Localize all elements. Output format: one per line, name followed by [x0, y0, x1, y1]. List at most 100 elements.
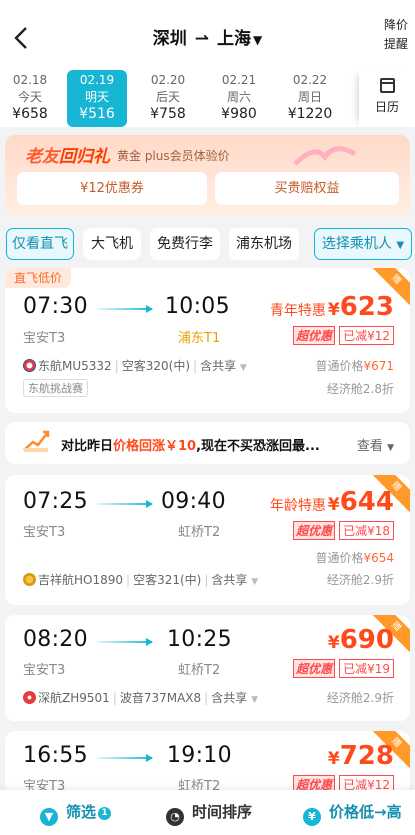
cabin-discount: 经济舱2.9折: [326, 573, 394, 587]
discount-badges: 超优惠 已减¥18: [293, 521, 394, 540]
flight-card[interactable]: 赠 07:25 09:40 宝安T3 虹桥T2 年龄特惠 ¥644 超优惠 已减¥1…: [5, 475, 410, 605]
price-guarantee-button[interactable]: 买贵赔权益: [215, 172, 399, 205]
arrival-time: 10:25: [167, 627, 232, 652]
arrival-time: 19:10: [167, 743, 232, 768]
flight-number: 东航MU5332: [38, 359, 112, 373]
flight-arrow-icon: [97, 638, 153, 646]
day-label: 后天: [155, 90, 180, 104]
airline-info: 深航ZH9501 | 波音737MAX8 | 含共享 ▼: [23, 689, 258, 706]
flight-card[interactable]: 赠 08:20 10:25 宝安T3 虹桥T2 ¥690 超优惠 已减¥19 深航…: [5, 615, 410, 721]
date-label: 02.22: [292, 73, 328, 87]
chevron-down-icon: ▼: [396, 240, 405, 251]
chevron-down-icon[interactable]: ▼: [251, 577, 258, 587]
filter-button[interactable]: ▼ 筛选 1: [40, 790, 112, 835]
arrival-time: 10:05: [165, 294, 230, 319]
view-more-button[interactable]: 查看 ▼: [357, 435, 394, 454]
discount-badge: 已减¥12: [339, 326, 394, 345]
price-trend-notice[interactable]: 对比昨日价格回涨￥10,现在不买恐涨回最... 查看 ▼: [5, 422, 410, 464]
passenger-select-button[interactable]: 选择乘机人 ▼: [314, 228, 412, 260]
filter-direct-only[interactable]: 仅看直飞: [6, 228, 74, 260]
date-label: 02.19: [79, 73, 115, 87]
coupon-button[interactable]: ¥12优惠券: [17, 172, 207, 205]
date-label: 02.21: [221, 73, 257, 87]
top-header: 深圳 ⇀ 上海 ▼ 降价提醒: [0, 0, 415, 70]
discount-badge: 已减¥18: [339, 521, 394, 540]
date-item[interactable]: 02.21 周六 ¥980: [209, 70, 269, 127]
chevron-down-icon[interactable]: ▼: [251, 695, 258, 705]
arrival-airport: 虹桥T2: [178, 779, 221, 790]
calendar-icon: [379, 78, 395, 93]
super-deal-badge: 超优惠: [293, 775, 336, 790]
aircraft-type: 空客321(中): [133, 573, 202, 587]
promo-title: 老友回归礼: [25, 147, 110, 167]
discount-badge: 已减¥19: [339, 659, 394, 678]
codeshare-label: 含共享: [211, 573, 248, 587]
route-arrow-icon: ⇀: [194, 29, 209, 49]
discount-badges: 超优惠 已减¥12: [293, 775, 394, 790]
price-label: 青年特惠: [269, 303, 326, 319]
normal-price: 普通价格¥654: [315, 551, 394, 565]
arrival-time: 09:40: [161, 489, 226, 514]
date-price: ¥1220: [287, 106, 333, 122]
promo-banner[interactable]: 老友回归礼 黄金 plus会员体验价 ¥12优惠券 买贵赔权益: [5, 135, 410, 215]
calendar-button[interactable]: 日历: [359, 70, 415, 127]
filter-pudong-airport[interactable]: 浦东机场: [229, 228, 299, 260]
date-item[interactable]: 02.20 后天 ¥758: [138, 70, 198, 127]
chevron-down-icon[interactable]: ▼: [240, 363, 247, 373]
departure-time: 08:20: [23, 627, 88, 652]
time-sort-button[interactable]: ◔ 时间排序: [166, 790, 252, 835]
departure-airport: 宝安T3: [23, 779, 66, 790]
juneyao-logo-icon: [23, 573, 36, 586]
price-value: 623: [339, 292, 394, 322]
currency-symbol: ¥: [327, 749, 340, 769]
flight-card[interactable]: 赠 16:55 19:10 宝安T3 虹桥T2 ¥728 超优惠 已减¥12: [5, 731, 410, 790]
discount-badges: 超优惠 已减¥12: [293, 326, 394, 345]
flight-price: 青年特惠 ¥623: [270, 292, 394, 322]
flight-arrow-icon: [97, 500, 153, 508]
currency-symbol: ¥: [327, 633, 340, 653]
flight-price: 年龄特惠 ¥644: [270, 487, 394, 517]
filter-large-aircraft[interactable]: 大飞机: [83, 228, 141, 260]
date-item[interactable]: 02.22 周日 ¥1220: [280, 70, 340, 127]
date-price: ¥980: [221, 106, 257, 122]
shenzhen-airlines-logo-icon: [23, 691, 36, 704]
aircraft-type: 波音737MAX8: [119, 691, 202, 705]
date-item-selected[interactable]: 02.19 明天 ¥516: [67, 70, 127, 127]
chevron-down-icon: ▼: [253, 33, 263, 47]
departure-time: 16:55: [23, 743, 88, 768]
super-deal-badge: 超优惠: [293, 521, 336, 540]
direct-low-price-tag: 直飞低价: [5, 268, 72, 288]
date-item[interactable]: 02.18 今天 ¥658: [0, 70, 60, 127]
airline-info: 东航MU5332 | 空客320(中) | 含共享 ▼: [23, 357, 247, 374]
price-label: 年龄特惠: [269, 498, 326, 514]
cabin-discount: 经济舱2.9折: [326, 691, 394, 705]
funnel-icon: ▼: [40, 808, 58, 826]
super-deal-badge: 超优惠: [293, 659, 336, 678]
promo-subtitle: 黄金 plus会员体验价: [117, 149, 230, 163]
origin-city: 深圳: [152, 29, 187, 49]
flight-card[interactable]: 直飞低价 赠 07:30 10:05 宝安T3 浦东T1 青年特惠 ¥623 超优…: [5, 268, 410, 413]
calendar-label: 日历: [374, 100, 399, 114]
departure-airport: 宝安T3: [23, 525, 66, 540]
airline-info: 吉祥航HO1890 | 空客321(中) | 含共享 ▼: [23, 571, 258, 588]
event-tag: 东航挑战赛: [23, 379, 88, 397]
discount-badge: 已减¥12: [339, 775, 394, 790]
flight-price: ¥690: [328, 625, 394, 655]
day-label: 周六: [226, 90, 251, 104]
cabin-discount: 经济舱2.8折: [326, 382, 394, 396]
date-label: 02.18: [12, 73, 48, 87]
arrival-airport: 虹桥T2: [178, 663, 221, 678]
date-price: ¥658: [12, 106, 48, 122]
filter-count-badge: 1: [98, 807, 112, 820]
date-price: ¥758: [150, 106, 186, 122]
flight-price: ¥728: [328, 741, 394, 771]
aircraft-type: 空客320(中): [121, 359, 191, 373]
filter-free-baggage[interactable]: 免费行李: [150, 228, 220, 260]
price-alert-button[interactable]: 降价提醒: [383, 16, 409, 54]
route-title[interactable]: 深圳 ⇀ 上海 ▼: [0, 24, 415, 49]
price-sort-button[interactable]: ¥ 价格低→高: [303, 790, 402, 835]
day-label: 明天: [84, 90, 109, 104]
trend-chart-icon: [23, 430, 50, 452]
flight-arrow-icon: [97, 305, 153, 313]
day-label: 周日: [297, 90, 322, 104]
